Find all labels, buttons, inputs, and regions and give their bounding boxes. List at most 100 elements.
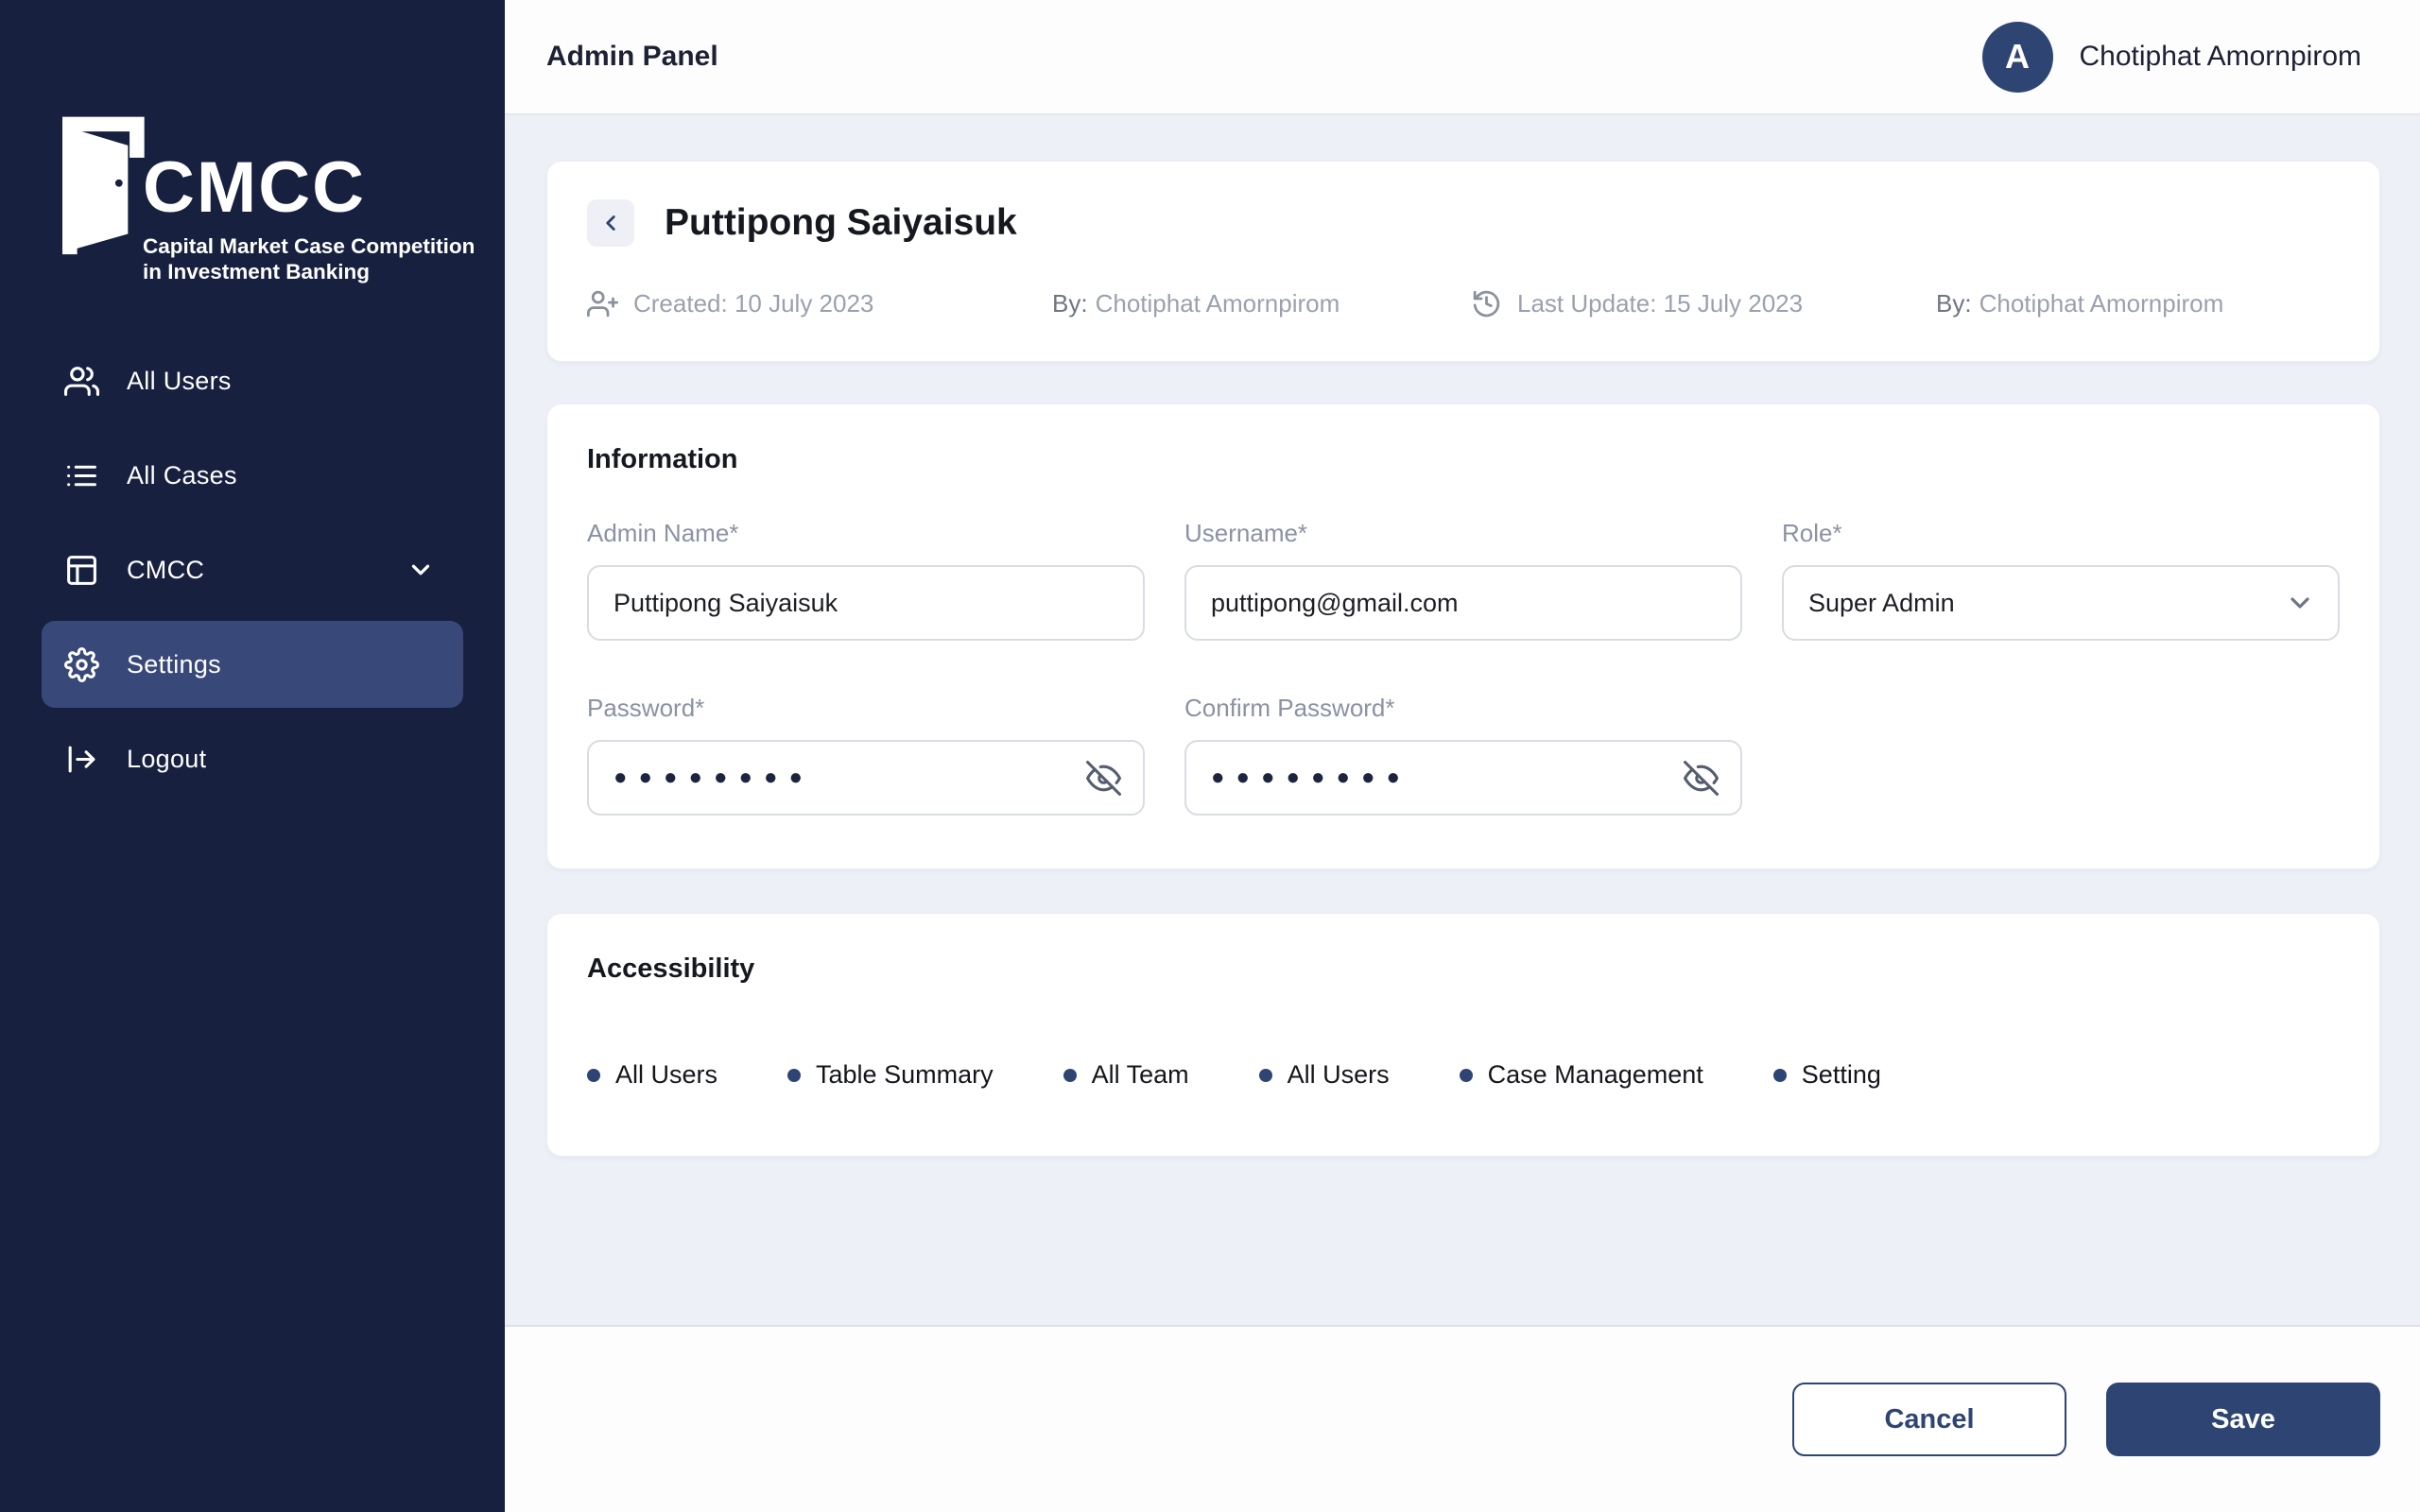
accessibility-item: All Users (1258, 1060, 1390, 1090)
accessibility-item-label: Setting (1801, 1060, 1881, 1089)
created-date-text: Created: 10 July 2023 (633, 289, 874, 318)
accessibility-item: All Users (587, 1060, 717, 1090)
username-input[interactable] (1184, 565, 1742, 641)
topbar-username: Chotiphat Amornpirom (2079, 41, 2361, 72)
password-input-wrap (587, 740, 1145, 816)
logo-tagline: Capital Market Case Competition in Inves… (143, 233, 475, 285)
accessibility-item: All Team (1063, 1060, 1189, 1090)
admin-name-field-group: Admin Name* (587, 519, 1145, 641)
chevron-left-icon (606, 215, 615, 231)
created-by-meta: By: Chotiphat Amornpirom (1052, 289, 1471, 318)
page-title: Admin Panel (546, 41, 718, 72)
record-title: Puttipong Saiyaisuk (665, 202, 1017, 243)
sidebar-item-cmcc[interactable]: CMCC (42, 526, 463, 613)
grid-filler (1782, 694, 2340, 816)
accessibility-item-label: All Team (1091, 1060, 1189, 1089)
sidebar-item-logout[interactable]: Logout (42, 715, 463, 802)
password-label: Password* (587, 694, 705, 722)
cmcc-logo: CMCC Capital Market Case Competition in … (50, 97, 475, 285)
sidebar-item-settings[interactable]: Settings (42, 621, 463, 708)
content-area: Puttipong Saiyaisuk Created: 10 July 202… (505, 115, 2420, 1325)
record-title-row: Puttipong Saiyaisuk (587, 199, 2340, 247)
user-plus-icon (587, 288, 618, 319)
created-by-label: By: (1052, 289, 1088, 318)
role-select[interactable]: Super Admin (1782, 565, 2340, 641)
updated-by-value: Chotiphat Amornpirom (1979, 289, 2224, 318)
save-button[interactable]: Save (2106, 1383, 2380, 1456)
cancel-button[interactable]: Cancel (1792, 1383, 2066, 1456)
accessibility-list: All Users Table Summary All Team All Use… (587, 1060, 2340, 1090)
history-icon (1471, 288, 1502, 319)
sidebar-item-all-users[interactable]: All Users (42, 337, 463, 424)
password-field-group: Password* (587, 694, 1145, 816)
footer-action-bar: Cancel Save (505, 1325, 2420, 1512)
gear-icon (64, 646, 99, 682)
username-field-group: Username* (1184, 519, 1742, 641)
created-meta: Created: 10 July 2023 (587, 288, 1052, 319)
updated-date-text: Last Update: 15 July 2023 (1517, 289, 1804, 318)
username-label: Username* (1184, 519, 1308, 547)
topbar: Admin Panel A Chotiphat Amornpirom (505, 0, 2420, 115)
accessibility-item-label: Case Management (1487, 1060, 1703, 1089)
information-card: Information Admin Name* Username* Role* … (546, 404, 2380, 869)
sidebar-item-label: All Users (127, 366, 232, 395)
admin-name-input[interactable] (587, 565, 1145, 641)
confirm-password-input-wrap (1184, 740, 1742, 816)
logo-text: CMCC Capital Market Case Competition in … (143, 152, 475, 285)
chevron-down-icon (406, 556, 435, 584)
updated-by-meta: By: Chotiphat Amornpirom (1936, 289, 2340, 318)
bullet-dot-icon (1772, 1068, 1787, 1082)
role-field-group: Role* Super Admin (1782, 519, 2340, 641)
sidebar-item-label: CMCC (127, 555, 205, 584)
logo-acronym: CMCC (143, 147, 366, 228)
confirm-password-label: Confirm Password* (1184, 694, 1395, 722)
role-select-value: Super Admin (1808, 588, 1955, 617)
information-section-title: Information (587, 444, 738, 474)
password-input[interactable] (587, 740, 1145, 816)
toggle-password-visibility-button[interactable] (1082, 757, 1124, 799)
updated-by-label: By: (1936, 289, 1972, 318)
accessibility-item: Setting (1772, 1060, 1881, 1090)
users-icon (64, 364, 99, 399)
chevron-down-icon (2285, 588, 2315, 618)
layout-icon (64, 553, 99, 588)
accessibility-card: Accessibility All Users Table Summary Al… (546, 913, 2380, 1157)
bullet-dot-icon (1063, 1068, 1077, 1082)
sidebar-nav: All Users All Cases CMCC Settings Logout (0, 337, 505, 810)
record-meta-row: Created: 10 July 2023 By: Chotiphat Amor… (587, 288, 2340, 319)
admin-name-label: Admin Name* (587, 519, 739, 547)
accessibility-item-label: All Users (1287, 1060, 1390, 1089)
main-column: Admin Panel A Chotiphat Amornpirom Putti… (505, 0, 2420, 1512)
created-by-value: Chotiphat Amornpirom (1095, 289, 1340, 318)
information-fields-grid: Admin Name* Username* Role* Super Admin (587, 519, 2340, 816)
sidebar-item-label: Logout (127, 744, 207, 773)
role-label: Role* (1782, 519, 1842, 547)
avatar[interactable]: A (1981, 21, 2053, 93)
accessibility-section-title: Accessibility (587, 954, 755, 984)
accessibility-item: Case Management (1459, 1060, 1703, 1090)
logo-tagline-line1: Capital Market Case Competition (143, 234, 475, 258)
updated-meta: Last Update: 15 July 2023 (1471, 288, 1936, 319)
confirm-password-field-group: Confirm Password* (1184, 694, 1742, 816)
eye-off-icon (1085, 760, 1121, 796)
topbar-user[interactable]: A Chotiphat Amornpirom (1981, 21, 2361, 93)
confirm-password-input[interactable] (1184, 740, 1742, 816)
bullet-dot-icon (787, 1068, 802, 1082)
sidebar: CMCC Capital Market Case Competition in … (0, 0, 505, 1512)
bullet-dot-icon (1459, 1068, 1473, 1082)
logout-icon (64, 742, 99, 777)
eye-off-icon (1683, 760, 1719, 796)
open-door-logo-icon (62, 116, 145, 255)
back-button[interactable] (587, 199, 634, 247)
accessibility-item: Table Summary (787, 1060, 994, 1090)
sidebar-item-label: All Cases (127, 460, 237, 490)
sidebar-item-all-cases[interactable]: All Cases (42, 432, 463, 519)
record-header-card: Puttipong Saiyaisuk Created: 10 July 202… (546, 161, 2380, 362)
toggle-confirm-password-visibility-button[interactable] (1680, 757, 1721, 799)
bullet-dot-icon (587, 1068, 600, 1082)
logo-tagline-line2: in Investment Banking (143, 260, 371, 284)
list-icon (64, 458, 99, 493)
accessibility-item-label: All Users (615, 1060, 718, 1089)
app-root: CMCC Capital Market Case Competition in … (0, 0, 2420, 1512)
accessibility-item-label: Table Summary (816, 1060, 994, 1089)
